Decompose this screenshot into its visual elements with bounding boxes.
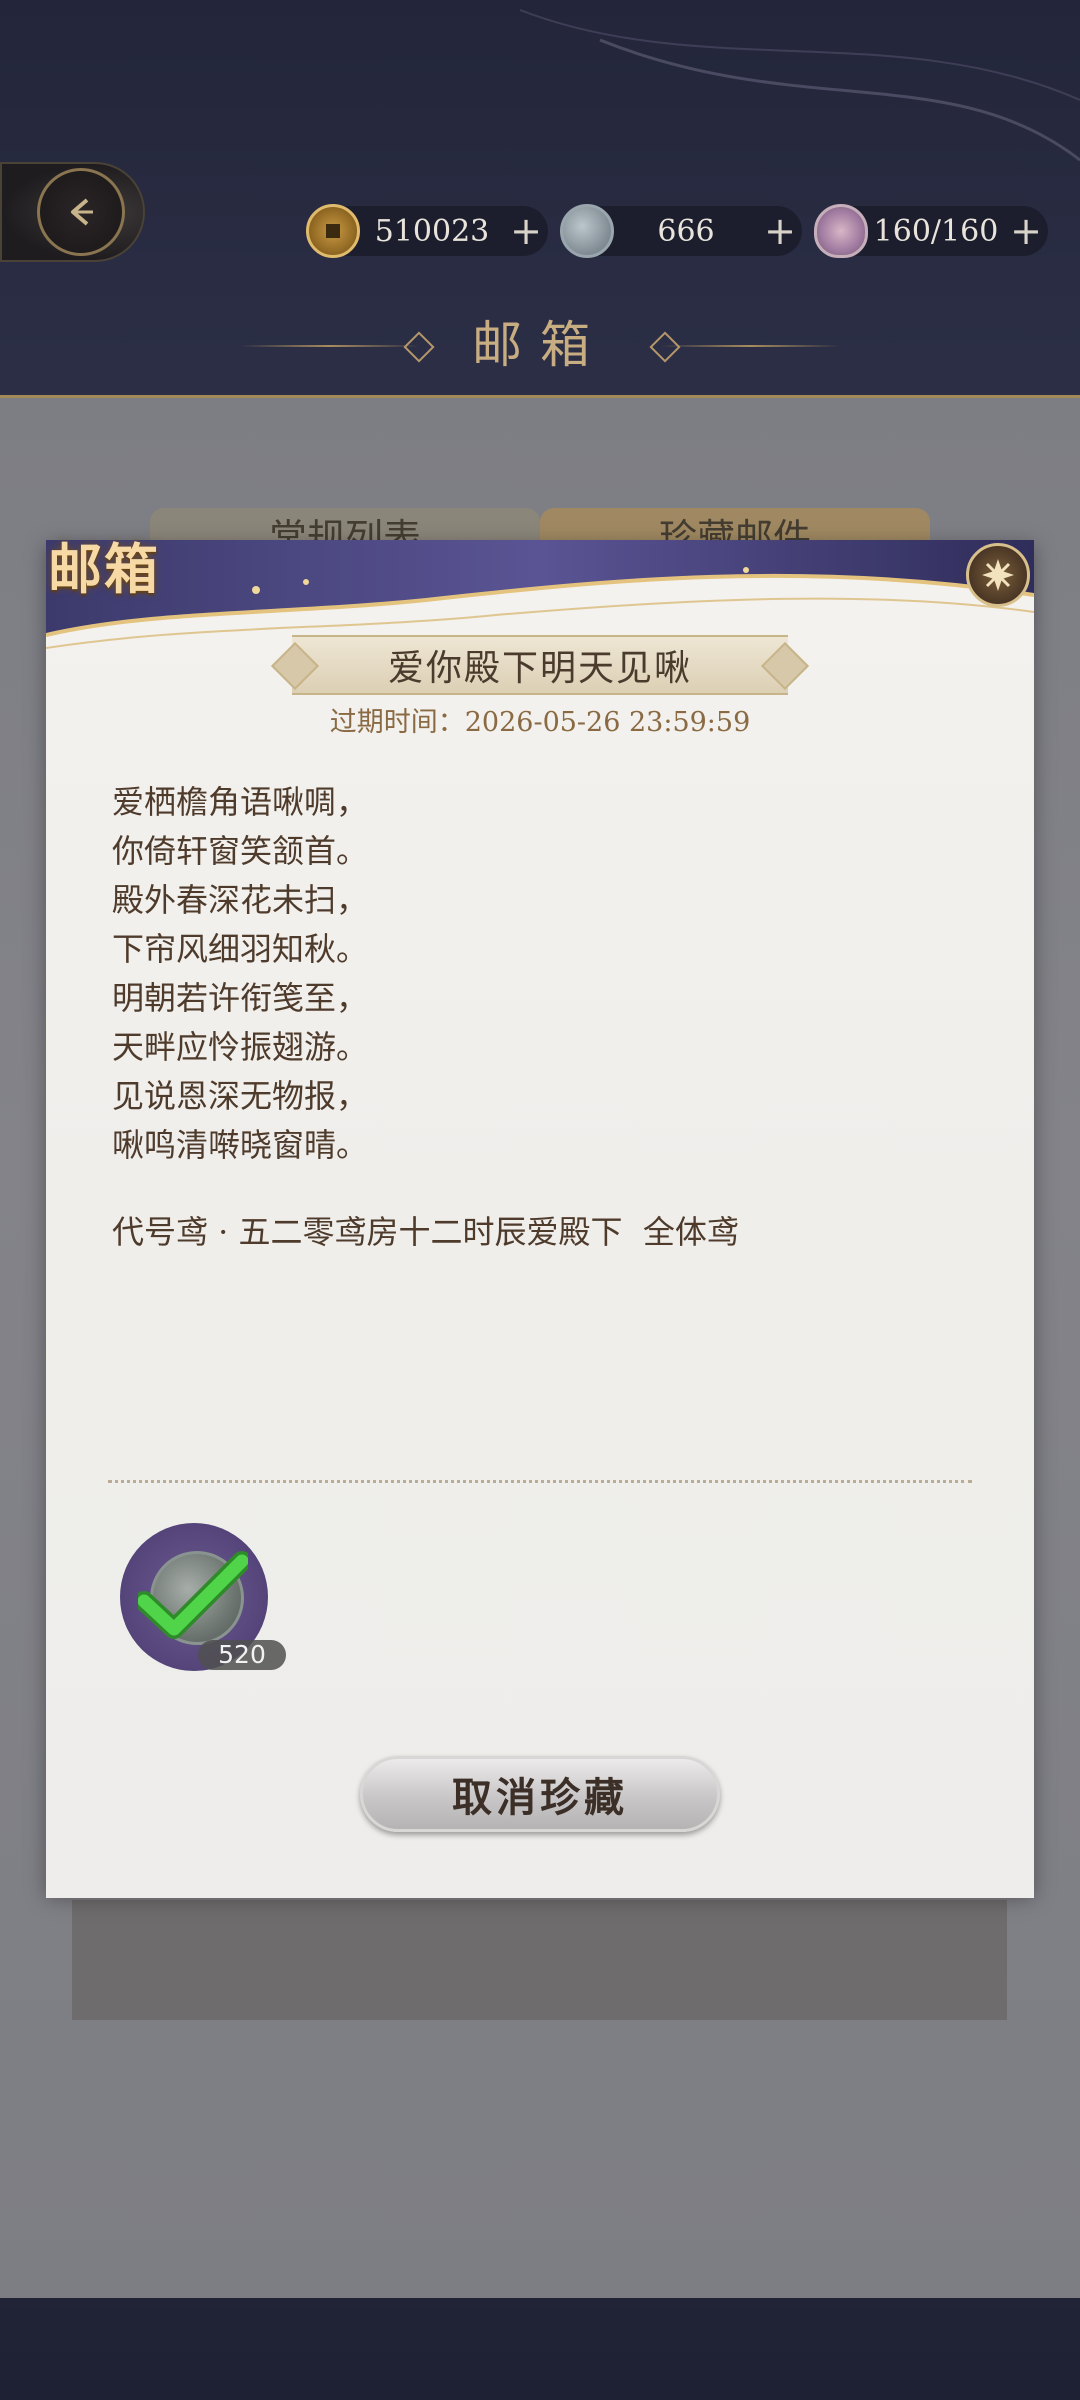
add-jade-button[interactable]: +: [758, 212, 802, 250]
mail-signature: 代号鸢 · 五二零鸢房十二时辰爱殿下 全体鸢: [112, 1213, 739, 1251]
mail-body-line: 殿外春深花未扫，: [112, 881, 369, 919]
title-deco-right: [660, 345, 840, 347]
mail-body-line: 天畔应怜振翅游。: [112, 1028, 369, 1066]
dotted-divider: [108, 1480, 972, 1483]
reward-count: 520: [198, 1640, 286, 1670]
close-button[interactable]: [966, 543, 1030, 607]
unfavorite-button[interactable]: 取消珍藏: [360, 1756, 720, 1832]
add-copper-button[interactable]: +: [504, 212, 548, 250]
copper-coin-icon: [306, 204, 360, 258]
mail-body-line: 下帘风细羽知秋。: [112, 930, 369, 968]
close-icon: [982, 559, 1014, 591]
currency-jade: 666 +: [560, 204, 802, 258]
currency-stamina: 160/160 +: [814, 204, 1048, 258]
add-stamina-button[interactable]: +: [1004, 212, 1048, 250]
mail-body-line: 爱栖檐角语啾啁，: [112, 783, 369, 821]
mail-body: 爱栖檐角语啾啁， 你倚轩窗笑颔首。 殿外春深花未扫， 下帘风细羽知秋。 明朝若许…: [112, 778, 972, 1170]
dialog-label: 邮箱: [48, 537, 160, 601]
jade-coin-value: 666: [657, 213, 715, 249]
mail-body-line: 明朝若许衔笺至，: [112, 979, 369, 1017]
mail-body-line: 见说恩深无物报，: [112, 1077, 369, 1115]
copper-coin-value: 510023: [374, 213, 490, 249]
jade-coin-icon: [560, 204, 614, 258]
back-button[interactable]: [0, 162, 145, 262]
back-arrow-icon: [37, 168, 125, 256]
currency-copper: 510023 +: [306, 204, 548, 258]
list-footer-area: [72, 1900, 1007, 2020]
mail-body-line: 啾鸣清啭晓窗晴。: [112, 1126, 369, 1164]
expire-time: 过期时间：2026-05-26 23:59:59: [329, 707, 751, 738]
stamina-bowl-icon: [814, 204, 868, 258]
mail-body-line: 你倚轩窗笑颔首。: [112, 832, 369, 870]
mail-title: 爱你殿下明天见啾: [387, 648, 692, 689]
claimed-check-icon: [138, 1551, 248, 1639]
page-title: 邮箱: [472, 316, 608, 374]
stamina-value: 160/160: [873, 213, 999, 249]
reward-item[interactable]: 520: [120, 1523, 286, 1671]
mail-title-plate: 爱你殿下明天见啾: [292, 635, 788, 695]
